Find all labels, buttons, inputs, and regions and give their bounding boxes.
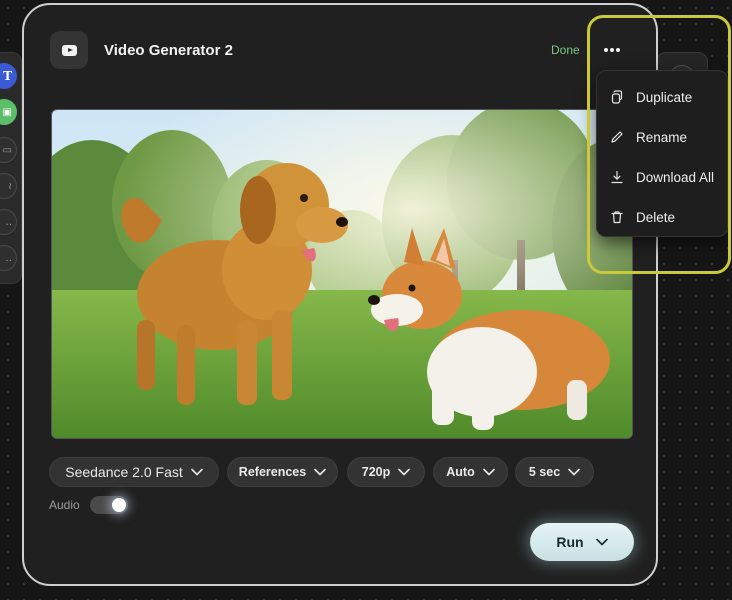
more-options-button[interactable] bbox=[600, 39, 624, 61]
menu-item-download-all[interactable]: Download All bbox=[597, 157, 727, 197]
tool-icon[interactable]: ‥ bbox=[0, 209, 17, 235]
dot-icon bbox=[610, 48, 614, 52]
video-play-icon bbox=[50, 31, 88, 69]
video-generator-node[interactable]: Video Generator 2 Done Seedance 2.0 Fast… bbox=[22, 3, 658, 586]
dot-icon bbox=[604, 48, 608, 52]
tool-icon[interactable]: ‥ bbox=[0, 245, 17, 271]
menu-item-label: Duplicate bbox=[636, 89, 693, 105]
resolution-select[interactable]: 720p bbox=[347, 457, 425, 487]
chevron-down-icon bbox=[482, 468, 495, 476]
model-select-label: Seedance 2.0 Fast bbox=[65, 464, 183, 480]
audio-tool-icon[interactable]: ≀ bbox=[0, 173, 17, 199]
download-icon bbox=[611, 170, 623, 184]
chevron-down-icon bbox=[314, 468, 327, 476]
image-tool-icon[interactable]: ▣ bbox=[0, 99, 17, 125]
menu-item-label: Download All bbox=[636, 169, 715, 185]
chevron-down-icon bbox=[568, 468, 580, 476]
video-preview[interactable] bbox=[51, 109, 633, 439]
pencil-icon bbox=[611, 131, 623, 143]
status-badge: Done bbox=[551, 43, 580, 57]
menu-item-delete[interactable]: Delete bbox=[597, 197, 727, 237]
menu-item-label: Delete bbox=[636, 209, 676, 225]
aspect-select[interactable]: Auto bbox=[433, 457, 508, 487]
model-select[interactable]: Seedance 2.0 Fast bbox=[49, 457, 219, 487]
video-thumbnail bbox=[52, 110, 632, 438]
menu-item-label: Rename bbox=[636, 129, 688, 145]
references-select[interactable]: References bbox=[227, 457, 338, 487]
duration-select[interactable]: 5 sec bbox=[515, 457, 594, 487]
options-menu: Duplicate Rename Download All Delete bbox=[596, 70, 728, 237]
chevron-down-icon bbox=[190, 468, 203, 476]
run-button[interactable]: Run bbox=[530, 523, 634, 561]
chevron-down-icon bbox=[398, 468, 411, 476]
text-tool-glyph: T bbox=[3, 69, 12, 83]
duration-label: 5 sec bbox=[528, 465, 561, 479]
text-tool-icon[interactable]: T bbox=[0, 63, 17, 89]
dot-icon bbox=[616, 48, 620, 52]
run-button-label: Run bbox=[556, 534, 584, 550]
audio-toggle[interactable] bbox=[90, 496, 128, 514]
chevron-down-icon[interactable] bbox=[595, 538, 608, 546]
toggle-knob bbox=[112, 498, 126, 512]
left-toolbar: T ▣ ▭ ≀ ‥ ‥ bbox=[0, 52, 22, 284]
aspect-label: Auto bbox=[446, 465, 475, 479]
video-tool-icon[interactable]: ▭ bbox=[0, 137, 17, 163]
menu-item-rename[interactable]: Rename bbox=[597, 117, 727, 157]
trash-icon bbox=[611, 211, 623, 224]
menu-item-duplicate[interactable]: Duplicate bbox=[597, 77, 727, 117]
duplicate-icon bbox=[611, 90, 623, 104]
references-label: References bbox=[238, 465, 307, 479]
audio-label: Audio bbox=[49, 498, 80, 512]
node-title: Video Generator 2 bbox=[104, 42, 233, 59]
resolution-label: 720p bbox=[361, 465, 391, 479]
